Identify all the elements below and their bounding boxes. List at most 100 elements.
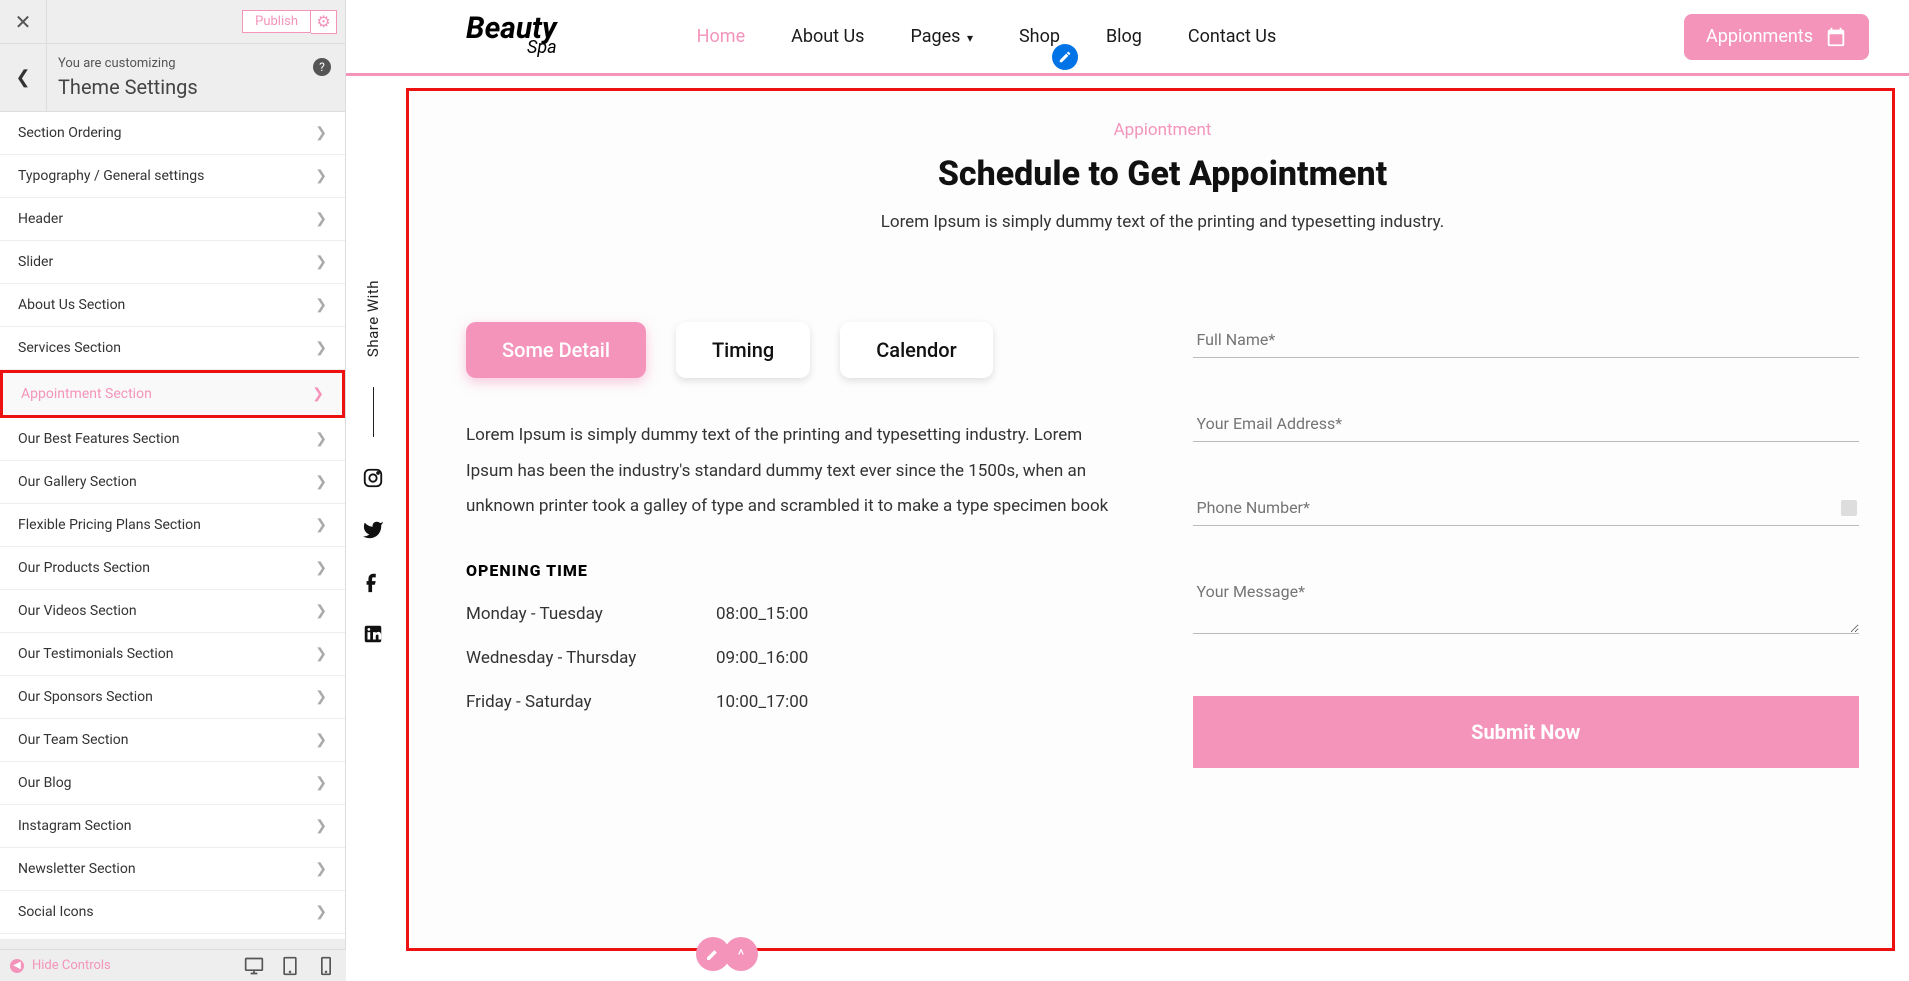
hide-controls-button[interactable]: ◀ Hide Controls: [10, 958, 111, 973]
chevron-right-icon: ❯: [315, 340, 327, 356]
customizer-item-label: Our Testimonials Section: [18, 646, 173, 662]
chevron-right-icon: ❯: [315, 254, 327, 270]
nav-link[interactable]: Contact Us: [1188, 26, 1276, 47]
main-nav: Home About Us Pages ▾ Shop Blog Contact Us: [697, 26, 1277, 47]
close-button[interactable]: ✕: [0, 0, 47, 44]
appointment-title: Schedule to Get Appointment: [466, 154, 1859, 194]
customizer-item[interactable]: Our Blog ❯: [0, 762, 345, 805]
instagram-icon[interactable]: [362, 467, 384, 489]
chevron-right-icon: ❯: [315, 474, 327, 490]
help-icon[interactable]: ?: [313, 58, 331, 76]
collapse-icon: ◀: [10, 959, 24, 973]
edit-float-button[interactable]: [696, 937, 730, 971]
nav-link[interactable]: Pages ▾: [910, 26, 973, 47]
customizer-item[interactable]: About Us Section❯: [0, 284, 345, 327]
appointment-tab[interactable]: Timing: [676, 322, 810, 378]
facebook-icon[interactable]: [362, 571, 384, 593]
hours-row: Friday - Saturday10:00_17:00: [466, 692, 1133, 712]
customizer-item[interactable]: Header❯: [0, 198, 345, 241]
customizer-item-label: Our Gallery Section: [18, 474, 137, 490]
appointment-description: Lorem Ipsum is simply dummy text of the …: [466, 212, 1859, 232]
customizer-item-label: Instagram Section: [18, 818, 131, 834]
tablet-icon[interactable]: [280, 956, 300, 976]
publish-button[interactable]: Publish: [242, 10, 311, 33]
customizer-item-label: Our Sponsors Section: [18, 689, 153, 705]
customizer-item-label: Flexible Pricing Plans Section: [18, 517, 201, 533]
chevron-right-icon: ❯: [315, 603, 327, 619]
customizer-item[interactable]: Our Videos Section ❯: [0, 590, 345, 633]
customizer-item[interactable]: Services Section❯: [0, 327, 345, 370]
site-logo[interactable]: Beauty Spa: [466, 17, 557, 55]
customizer-title: Theme Settings: [58, 75, 331, 99]
appointments-button[interactable]: Appionments: [1684, 14, 1869, 60]
chevron-right-icon: ❯: [315, 904, 327, 920]
hours-days: Wednesday - Thursday: [466, 648, 716, 668]
customizer-item[interactable]: Appointment Section ❯: [0, 370, 345, 418]
phone-input[interactable]: [1193, 490, 1860, 526]
linkedin-icon[interactable]: [362, 623, 384, 645]
nav-link[interactable]: Home: [697, 26, 745, 47]
name-field: [1193, 322, 1860, 358]
customizer-item[interactable]: Our Best Features Section❯: [0, 418, 345, 461]
customizer-item[interactable]: Social Icons❯: [0, 891, 345, 934]
hours-time: 10:00_17:00: [716, 692, 808, 712]
customizer-item-label: Our Blog: [18, 775, 72, 791]
desktop-icon[interactable]: [244, 956, 264, 976]
customizer-item-label: Appointment Section: [21, 386, 152, 402]
publish-wrap: Publish ⚙: [242, 10, 337, 34]
chevron-right-icon: ❯: [315, 818, 327, 834]
appointment-tab[interactable]: Calendor: [840, 322, 992, 378]
chevron-right-icon: ❯: [315, 775, 327, 791]
customizer-top-bar: ✕ Publish ⚙: [0, 0, 345, 44]
nav-link[interactable]: Blog: [1106, 26, 1142, 47]
share-label: Share With: [364, 280, 382, 357]
appointment-tabs: Some Detail Timing Calendor: [466, 322, 1133, 378]
mobile-icon[interactable]: [316, 956, 336, 976]
share-divider: [373, 387, 374, 437]
edit-shortcut-icon[interactable]: [1052, 44, 1078, 70]
customizer-item[interactable]: Our Products Section❯: [0, 547, 345, 590]
customizer-item[interactable]: Our Testimonials Section ❯: [0, 633, 345, 676]
publish-settings-button[interactable]: ⚙: [311, 10, 337, 34]
customizer-item[interactable]: Newsletter Section❯: [0, 848, 345, 891]
customizer-item[interactable]: Section Ordering❯: [0, 112, 345, 155]
hours-time: 08:00_15:00: [716, 604, 808, 624]
chevron-right-icon: ❯: [315, 517, 327, 533]
email-input[interactable]: [1193, 406, 1860, 442]
chevron-right-icon: ❯: [315, 861, 327, 877]
message-textarea[interactable]: [1193, 574, 1860, 634]
appointment-form: Submit Now: [1193, 322, 1860, 768]
customizer-item-label: Section Ordering: [18, 125, 122, 141]
chevron-right-icon: ❯: [315, 646, 327, 662]
chevron-right-icon: ❯: [315, 211, 327, 227]
name-input[interactable]: [1193, 322, 1860, 358]
customizer-item-label: Our Videos Section: [18, 603, 137, 619]
nav-link[interactable]: About Us: [791, 26, 864, 47]
customizer-item[interactable]: Our Gallery Section ❯: [0, 461, 345, 504]
chevron-right-icon: ❯: [312, 386, 324, 402]
customizer-item[interactable]: Flexible Pricing Plans Section ❯: [0, 504, 345, 547]
customizer-item[interactable]: Slider ❯: [0, 241, 345, 284]
hours-row: Wednesday - Thursday09:00_16:00: [466, 648, 1133, 668]
site-header: Beauty Spa Home About Us Pages ▾ Shop Blog Co…: [346, 0, 1909, 76]
phone-field: [1193, 490, 1860, 526]
hours-days: Friday - Saturday: [466, 692, 716, 712]
nav-link[interactable]: Shop: [1019, 26, 1060, 47]
opening-time-title: OPENING TIME: [466, 561, 1133, 580]
customizer-item[interactable]: Typography / General settings❯: [0, 155, 345, 198]
customizer-item[interactable]: Instagram Section ❯: [0, 805, 345, 848]
customizer-item-label: Slider: [18, 254, 53, 270]
floating-buttons: ^: [696, 937, 758, 971]
customizer-subtitle: You are customizing: [58, 56, 331, 71]
appointment-tab[interactable]: Some Detail: [466, 322, 646, 378]
back-button[interactable]: ❮: [0, 44, 47, 111]
customizer-item[interactable]: Our Sponsors Section❯: [0, 676, 345, 719]
hide-controls-label: Hide Controls: [32, 958, 111, 973]
submit-button[interactable]: Submit Now: [1193, 696, 1860, 768]
twitter-icon[interactable]: [362, 519, 384, 541]
appointment-body: Some DetailTimingCalendor Lorem Ipsum is…: [466, 322, 1859, 768]
customizer-item-label: Our Team Section: [18, 732, 129, 748]
share-rail: Share With: [362, 280, 384, 645]
chevron-right-icon: ❯: [315, 732, 327, 748]
customizer-item[interactable]: Our Team Section ❯: [0, 719, 345, 762]
